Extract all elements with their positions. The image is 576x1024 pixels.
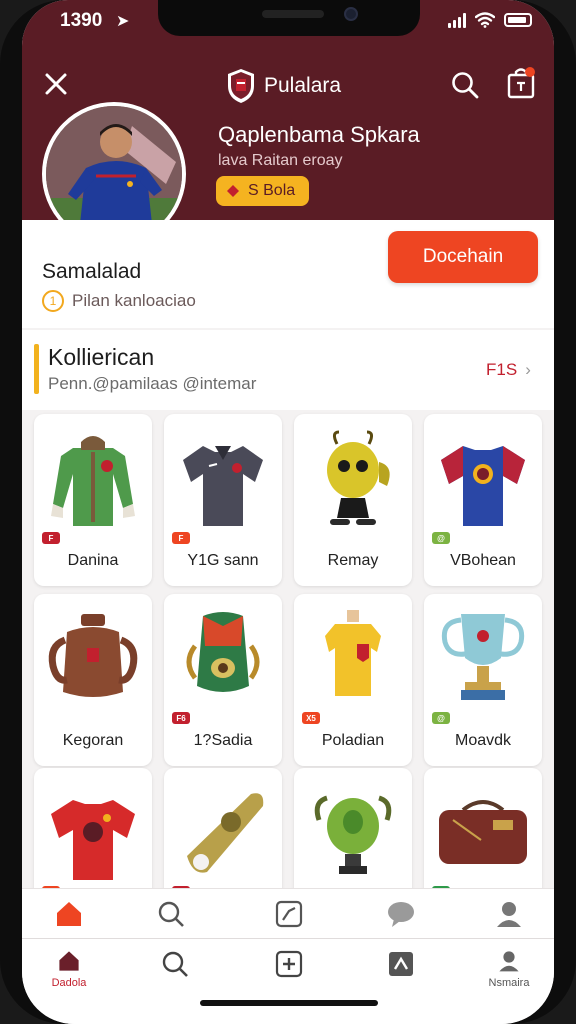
section-accent-bar <box>34 344 39 394</box>
location-arrow-icon: ➤ <box>116 13 130 30</box>
phone-frame: 1390 ➤ Pulalara Qaplenbama Spkara lava R… <box>0 0 576 1024</box>
item-label: Moavdk <box>454 732 512 749</box>
camera-notch <box>158 0 420 36</box>
tab-chat-ghost <box>366 889 436 939</box>
grey-polo-icon <box>183 446 263 526</box>
shopping-bag-icon[interactable] <box>506 66 536 100</box>
item-tag: @ <box>432 532 450 544</box>
home-icon <box>59 951 79 971</box>
item-label: VBohean <box>450 552 516 569</box>
green-trophy-icon <box>314 795 392 874</box>
red-jersey-icon <box>51 800 135 880</box>
green-sculpture-icon <box>186 612 260 692</box>
search-icon[interactable] <box>450 70 480 100</box>
profile-name: Qaplenbama Spkara <box>218 122 420 147</box>
search-icon <box>162 951 188 977</box>
add-icon <box>275 950 303 978</box>
status-icons <box>448 12 532 28</box>
club-crest-icon <box>228 69 254 103</box>
brand: Pulalara <box>226 68 341 104</box>
profile-icon <box>497 902 521 927</box>
gallery-icon <box>389 952 413 976</box>
tab-profile-ghost <box>474 889 544 939</box>
item-label: Y1G sann <box>187 552 259 569</box>
blue-jersey-icon <box>441 446 525 526</box>
tab-home-label: Dadola <box>51 977 87 989</box>
tab-profile[interactable]: Nsmaira <box>474 939 544 989</box>
user-meta-text: Pilan kanloaciao <box>72 291 196 310</box>
tab-profile-label: Nsmaira <box>488 977 530 989</box>
home-icon <box>57 902 81 926</box>
collection-item[interactable]: Remay <box>294 414 412 586</box>
tab-home[interactable]: Dadola <box>34 939 104 989</box>
section-title: Kollierican <box>48 344 155 370</box>
page-title: Pulalara <box>264 74 342 97</box>
item-label: Danina <box>67 552 119 569</box>
wifi-icon <box>475 12 495 28</box>
profile-icon <box>499 951 519 972</box>
tab-search-ghost <box>136 889 206 939</box>
yellow-mascot-icon <box>327 430 390 525</box>
bottom-tab-bar: Dadola Nsmaira <box>22 938 554 1024</box>
see-all-link[interactable]: F1S › <box>486 360 531 380</box>
collection-item[interactable]: X5 Poladian <box>294 594 412 766</box>
status-badge-label: S Bola <box>248 182 296 199</box>
collection-item[interactable]: @ Moavdk <box>424 594 542 766</box>
tab-search[interactable] <box>140 939 210 989</box>
leather-bag-icon <box>439 800 527 864</box>
search-icon <box>158 901 184 927</box>
collection-item[interactable]: Kegoran <box>34 594 152 766</box>
tab-home-ghost <box>34 889 104 939</box>
chevron-right-icon: › <box>525 360 531 379</box>
item-tag: F <box>42 532 60 544</box>
tab-gallery[interactable] <box>366 939 436 989</box>
see-all-label: F1S <box>486 360 518 379</box>
section-subtitle: Penn.@pamilaas @intemar <box>48 374 257 393</box>
item-tag: F <box>172 532 190 544</box>
chat-icon <box>388 902 414 927</box>
yellow-jersey-icon <box>325 610 381 696</box>
chart-icon <box>275 900 303 928</box>
tab-add-ghost <box>254 889 324 939</box>
collection-item[interactable]: F Y1G sann <box>164 414 282 586</box>
tag-icon <box>227 185 239 197</box>
item-label: Poladian <box>321 732 385 749</box>
tab-bar-shadow <box>22 888 554 938</box>
primary-action-button[interactable]: Docehain <box>388 231 538 283</box>
item-tag: X5 <box>302 712 320 724</box>
collection-item[interactable]: F Danina <box>34 414 152 586</box>
signal-icon <box>448 12 466 28</box>
item-tag: @ <box>432 712 450 724</box>
battery-icon <box>504 13 532 27</box>
brass-horn-icon <box>187 793 264 873</box>
item-label: 1?Sadia <box>193 732 253 749</box>
profile-subtitle: lava Raitan eroay <box>218 152 343 169</box>
green-jacket-icon <box>51 436 135 526</box>
app-screen: 1390 ➤ Pulalara Qaplenbama Spkara lava R… <box>22 0 554 1024</box>
item-tag: F6 <box>172 712 190 724</box>
top-nav: Pulalara <box>22 64 554 108</box>
silver-trophy-icon <box>441 614 525 700</box>
user-name: Samalalad <box>42 260 142 283</box>
status-time: 1390 <box>60 10 103 31</box>
collection-item[interactable]: F6 1?Sadia <box>164 594 282 766</box>
collection-item[interactable]: @ VBohean <box>424 414 542 586</box>
user-meta: 1 Pilan kanloaciao <box>42 290 196 312</box>
status-badge[interactable]: S Bola <box>216 176 310 206</box>
clay-jug-icon <box>48 614 138 697</box>
coin-icon: 1 <box>42 290 64 312</box>
home-indicator <box>200 1000 378 1006</box>
close-icon[interactable] <box>42 70 70 98</box>
item-label: Remay <box>327 552 379 569</box>
tab-add[interactable] <box>254 939 324 989</box>
item-label: Kegoran <box>62 732 124 749</box>
